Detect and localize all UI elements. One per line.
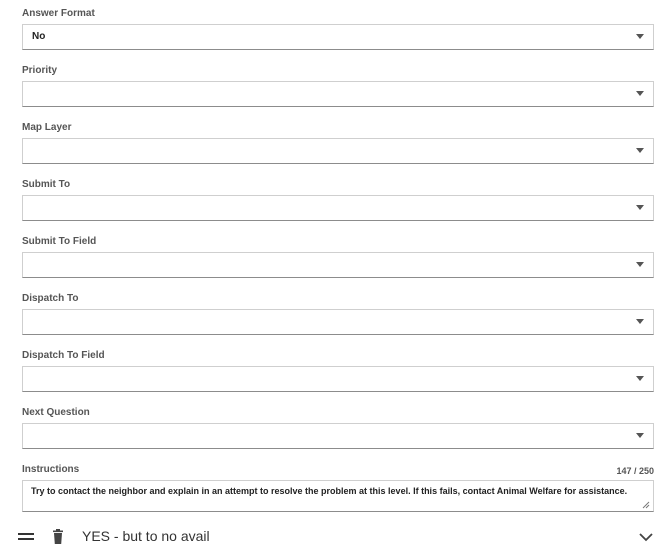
next-question-label: Next Question <box>22 407 90 418</box>
map-layer-select[interactable] <box>22 138 654 164</box>
map-layer-label: Map Layer <box>22 122 72 133</box>
dispatch-to-select[interactable] <box>22 309 654 335</box>
answer-format-label: Answer Format <box>22 8 95 19</box>
submit-to-select[interactable] <box>22 195 654 221</box>
dropdown-caret-icon <box>636 319 644 324</box>
resize-grip-icon[interactable] <box>642 501 650 509</box>
instructions-textarea[interactable]: Try to contact the neighbor and explain … <box>22 480 654 512</box>
dispatch-to-field-label: Dispatch To Field <box>22 350 105 361</box>
answer-row: YES - but to no avail <box>0 522 662 552</box>
dropdown-caret-icon <box>636 433 644 438</box>
dropdown-caret-icon <box>636 148 644 153</box>
character-counter: 147 / 250 <box>616 466 654 476</box>
submit-to-field-label: Submit To Field <box>22 236 97 247</box>
instructions-label: Instructions <box>22 464 80 475</box>
dropdown-caret-icon <box>636 262 644 267</box>
next-question-select[interactable] <box>22 423 654 449</box>
instructions-text: Try to contact the neighbor and explain … <box>31 486 628 496</box>
submit-to-label: Submit To <box>22 179 71 190</box>
dispatch-to-field-select[interactable] <box>22 366 654 392</box>
priority-label: Priority <box>22 65 58 76</box>
submit-to-field-select[interactable] <box>22 252 654 278</box>
answer-format-value: No <box>32 31 46 42</box>
trash-icon[interactable] <box>52 529 64 544</box>
priority-select[interactable] <box>22 81 654 107</box>
drag-handle-icon[interactable] <box>18 533 34 541</box>
dropdown-caret-icon <box>636 205 644 210</box>
dropdown-caret-icon <box>636 91 644 96</box>
answer-title[interactable]: YES - but to no avail <box>82 528 210 544</box>
dropdown-caret-icon <box>636 376 644 381</box>
dropdown-caret-icon <box>636 34 644 39</box>
answer-format-select[interactable]: No <box>22 24 654 50</box>
chevron-down-icon[interactable] <box>638 530 654 544</box>
dispatch-to-label: Dispatch To <box>22 293 79 304</box>
